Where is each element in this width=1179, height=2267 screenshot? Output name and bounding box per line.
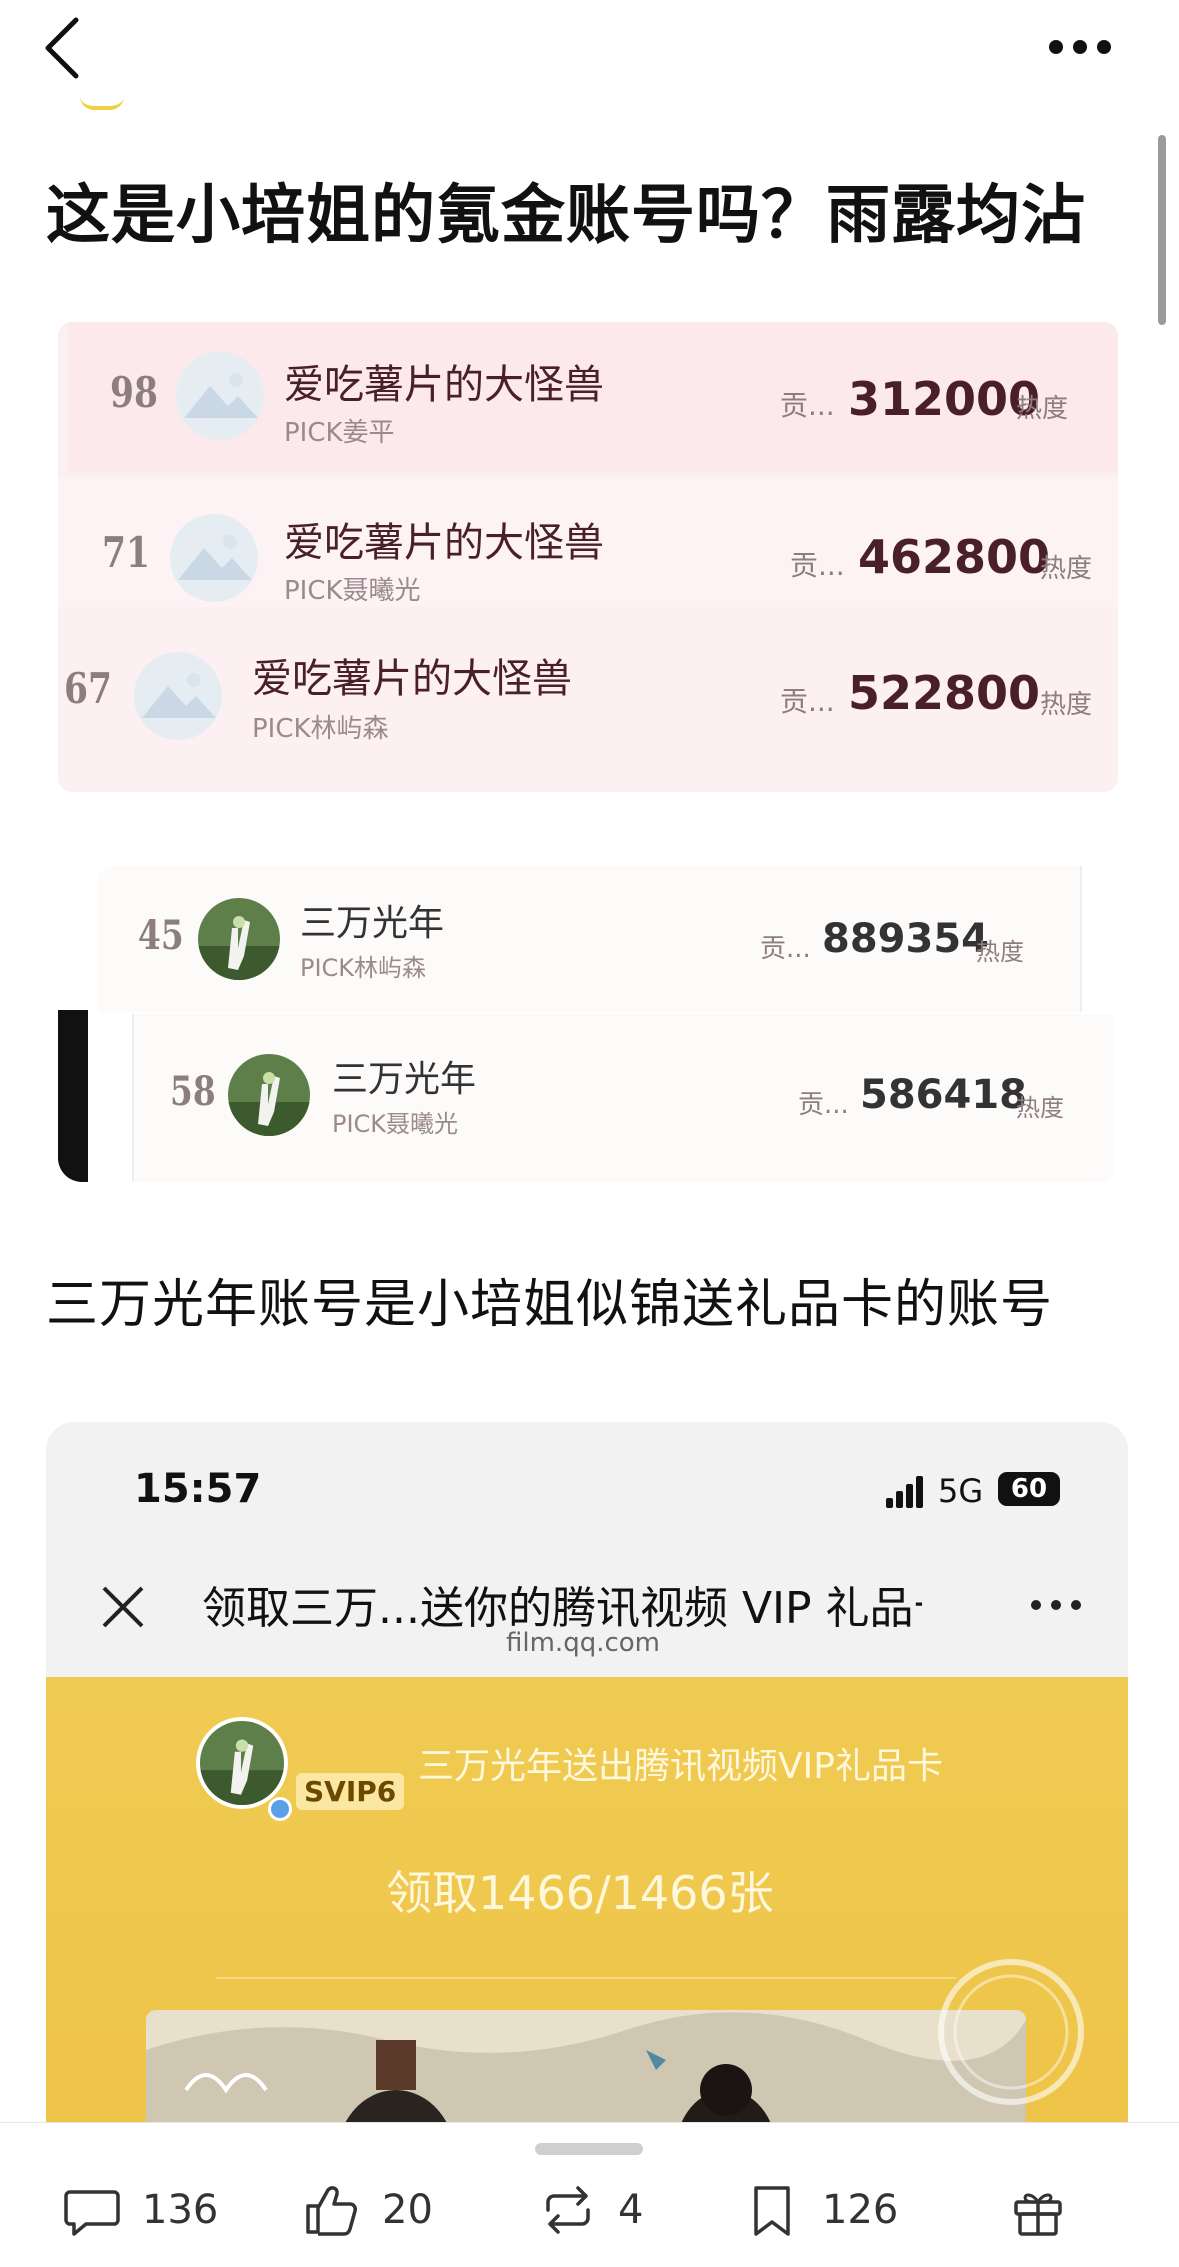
score-value: 586418 (860, 1072, 1027, 1118)
favorite-count: 126 (822, 2187, 899, 2233)
heat-label: 热度 (976, 938, 1024, 966)
heat-label: 热度 (1016, 1094, 1064, 1122)
post-title: 这是小培姐的氪金账号吗？雨露均沾 (46, 179, 1086, 253)
rank-number: 45 (138, 912, 184, 959)
gift-description: 三万光年送出腾讯视频VIP礼品卡 (418, 1746, 943, 1787)
back-icon[interactable] (40, 14, 100, 84)
favorite-icon (754, 2186, 790, 2236)
contribution-label: 贡... (798, 1090, 849, 1120)
close-icon[interactable] (98, 1582, 148, 1632)
watermark-stamp (926, 1947, 1096, 2117)
ranking-row[interactable]: 58 三万光年 PICK聂曦光 贡... 586418 热度 (132, 1032, 1114, 1162)
score-value: 522800 (848, 666, 1041, 720)
pick-label: PICK林屿森 (252, 714, 389, 744)
status-indicators: 5G 60 (884, 1470, 1084, 1510)
contribution-label: 贡... (780, 685, 835, 718)
rank-number: 67 (64, 664, 112, 713)
gift-card-image[interactable] (146, 2010, 1026, 2122)
ranking-card-2: 45 三万光年 PICK林屿森 贡... 889354 热度 58 三万光年 P… (98, 866, 1114, 1182)
embedded-screenshot[interactable]: 15:57 5G 60 领取三万...送你的腾讯视频 VIP 礼品卡 film.… (46, 1422, 1128, 2122)
status-time: 15:57 (134, 1466, 262, 1512)
comment-count: 136 (142, 2187, 219, 2233)
contribution-label: 贡... (780, 389, 835, 422)
battery-icon: 60 (998, 1472, 1060, 1506)
repost-button[interactable]: 4 (538, 2175, 643, 2245)
pick-label: PICK林屿森 (300, 954, 427, 982)
ranking-row[interactable]: 67 爱吃薯片的大怪兽 PICK林屿森 贡... 522800 热度 (58, 628, 1118, 758)
more-icon[interactable] (1026, 1590, 1086, 1620)
user-name: 三万光年 (300, 903, 445, 944)
signal-icon (886, 1476, 923, 1508)
repost-icon (546, 2186, 590, 2234)
scrollbar[interactable] (1158, 135, 1166, 325)
avatar (176, 352, 264, 440)
rank-number: 98 (110, 368, 158, 417)
contribution-label: 贡... (790, 549, 845, 582)
browser-url: film.qq.com (506, 1628, 660, 1658)
heat-label: 热度 (1040, 554, 1093, 584)
ranking-row[interactable]: 45 三万光年 PICK林屿森 贡... 889354 热度 (98, 876, 1082, 1006)
contribution-label: 贡... (760, 934, 811, 964)
post-caption: 三万光年账号是小培姐似锦送礼品卡的账号 (46, 1275, 1054, 1335)
battery-level: 60 (1010, 1474, 1048, 1504)
avatar (196, 1717, 288, 1809)
user-name: 爱吃薯片的大怪兽 (284, 362, 604, 408)
avatar (134, 652, 222, 740)
ranking-row[interactable]: 71 爱吃薯片的大怪兽 PICK聂曦光 贡... 462800 热度 (58, 492, 1118, 622)
ranking-row[interactable]: 98 爱吃薯片的大怪兽 PICK姜平 贡... 312000 热度 (58, 332, 1118, 462)
gift-button[interactable] (1008, 2175, 1068, 2245)
svip-badge: SVIP6 (296, 1773, 405, 1810)
ranking-card-1: 98 爱吃薯片的大怪兽 PICK姜平 贡... 312000 热度 71 爱吃薯… (58, 322, 1118, 792)
score-value: 312000 (848, 372, 1041, 426)
comment-button[interactable]: 136 (62, 2175, 218, 2245)
rank-number: 58 (170, 1068, 216, 1115)
avatar (170, 514, 258, 602)
pick-label: PICK聂曦光 (332, 1110, 459, 1138)
comment-icon (64, 2190, 120, 2236)
bottom-action-bar: 136 20 4 126 (0, 2122, 1179, 2267)
rank-number: 71 (102, 528, 150, 577)
heat-label: 热度 (1016, 394, 1069, 424)
score-value: 462800 (858, 530, 1051, 584)
gift-panel: SVIP6 三万光年送出腾讯视频VIP礼品卡 领取1466/1466张 (46, 1677, 1128, 2122)
user-name: 三万光年 (332, 1059, 477, 1100)
like-icon (306, 2186, 357, 2236)
avatar (228, 1054, 310, 1136)
heat-label: 热度 (1040, 690, 1093, 720)
user-name: 爱吃薯片的大怪兽 (252, 656, 572, 702)
like-button[interactable]: 20 (302, 2175, 433, 2245)
more-icon[interactable] (1040, 22, 1120, 72)
claim-count: 领取1466/1466张 (386, 1866, 774, 1920)
score-value: 889354 (822, 916, 989, 962)
gift-icon (1014, 2193, 1062, 2236)
divider (216, 1977, 956, 1979)
avatar (198, 898, 280, 980)
user-name: 爱吃薯片的大怪兽 (284, 520, 604, 566)
browser-page-title: 领取三万...送你的腾讯视频 VIP 礼品卡 (202, 1583, 922, 1634)
verified-badge-icon (268, 1797, 292, 1821)
network-label: 5G (938, 1472, 984, 1510)
ranking-card-left-edge (58, 1010, 88, 1182)
drag-handle[interactable] (535, 2143, 643, 2155)
like-count: 20 (382, 2187, 433, 2233)
pick-label: PICK姜平 (284, 418, 395, 448)
top-nav (0, 0, 1179, 110)
favorite-button[interactable]: 126 (742, 2175, 898, 2245)
pick-label: PICK聂曦光 (284, 576, 421, 606)
repost-count: 4 (618, 2187, 644, 2233)
